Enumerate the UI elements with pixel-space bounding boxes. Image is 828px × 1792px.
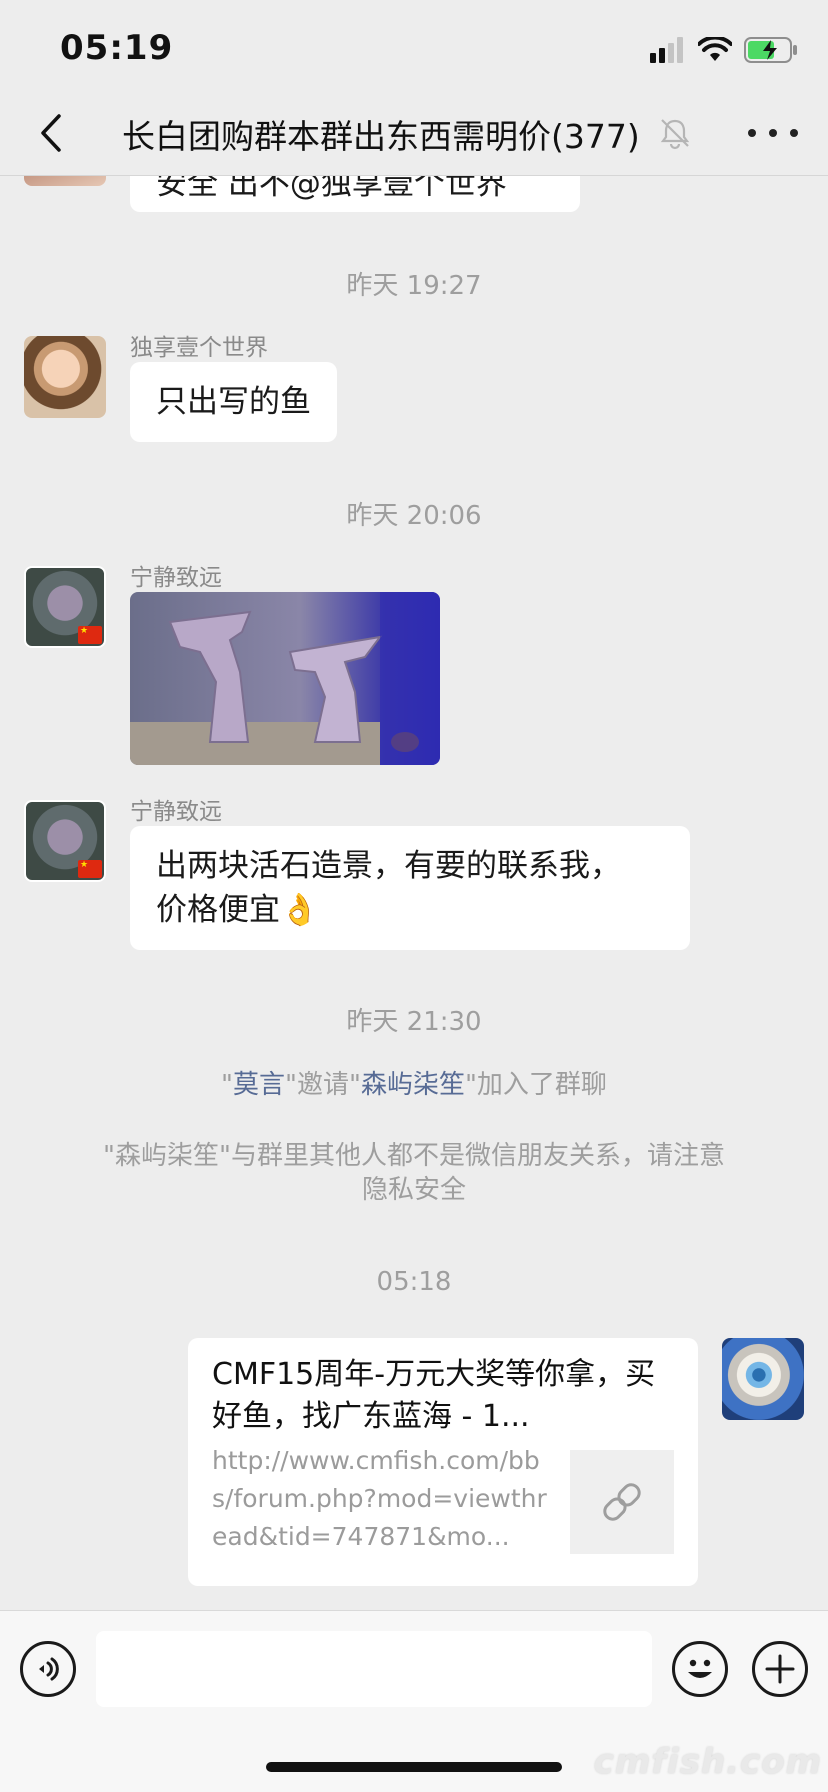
back-button[interactable] bbox=[28, 110, 74, 156]
status-icons bbox=[650, 30, 798, 70]
mute-bell-icon bbox=[660, 119, 690, 150]
emoji-button[interactable] bbox=[672, 1641, 728, 1697]
dot-icon bbox=[769, 129, 777, 137]
avatar[interactable] bbox=[24, 336, 106, 418]
invitee-name[interactable]: 森屿柒笙 bbox=[361, 1070, 465, 1100]
avatar[interactable] bbox=[722, 1338, 804, 1420]
message-input[interactable] bbox=[96, 1631, 652, 1707]
message-bubble[interactable]: 只出写的鱼 bbox=[130, 362, 337, 442]
message-text: 只出写的鱼 bbox=[156, 384, 311, 420]
status-time: 05:19 bbox=[60, 28, 174, 68]
ok-hand-emoji-icon: 👌 bbox=[280, 892, 319, 928]
link-card[interactable]: CMF15周年-万元大奖等你拿，买好鱼，找广东蓝海 - 1... http://… bbox=[188, 1338, 698, 1586]
chat-title: 长白团购群本群出东西需明价(377) bbox=[122, 117, 640, 156]
avatar[interactable] bbox=[24, 566, 106, 648]
battery-charging-icon bbox=[744, 37, 797, 63]
message-text: 出两块活石造景，有要的联系我， bbox=[156, 848, 621, 884]
wifi-icon bbox=[698, 37, 732, 61]
flag-badge-icon bbox=[78, 860, 102, 878]
link-card-url: http://www.cmfish.com/bbs/forum.php?mod=… bbox=[212, 1446, 547, 1551]
inviter-name[interactable]: 莫言 bbox=[233, 1070, 285, 1100]
dot-icon bbox=[748, 129, 756, 137]
voice-input-button[interactable] bbox=[20, 1641, 76, 1697]
message-image[interactable] bbox=[130, 592, 440, 765]
dot-icon bbox=[790, 129, 798, 137]
message-bubble[interactable]: 出两块活石造景，有要的联系我， 价格便宜👌 bbox=[130, 826, 690, 950]
timestamp: 昨天 19:27 bbox=[346, 271, 482, 301]
privacy-notice: "森屿柒笙"与群里其他人都不是微信朋友关系，请注意 隐私安全 bbox=[103, 1141, 725, 1205]
flag-badge-icon bbox=[78, 626, 102, 644]
message-text: 价格便宜 bbox=[156, 892, 280, 928]
home-indicator[interactable] bbox=[266, 1762, 562, 1772]
link-card-title: CMF15周年-万元大奖等你拿，买好鱼，找广东蓝海 - 1... bbox=[212, 1357, 656, 1434]
sender-name: 宁静致远 bbox=[130, 565, 222, 591]
avatar[interactable] bbox=[24, 800, 106, 882]
plus-icon bbox=[765, 1654, 795, 1684]
timestamp: 昨天 21:30 bbox=[346, 1007, 482, 1037]
nav-bar: 长白团购群本群出东西需明价(377) bbox=[0, 90, 828, 176]
timestamp: 05:18 bbox=[376, 1267, 452, 1297]
more-actions-button[interactable] bbox=[752, 1641, 808, 1697]
voice-icon bbox=[39, 1657, 59, 1681]
chevron-left-icon bbox=[41, 114, 61, 152]
smiley-icon bbox=[688, 1659, 712, 1678]
sender-name: 宁静致远 bbox=[130, 799, 222, 825]
timestamp: 昨天 20:06 bbox=[346, 501, 482, 531]
more-options-button[interactable] bbox=[748, 118, 798, 148]
aquarium-rockscape-image bbox=[130, 592, 440, 765]
system-message: "莫言"邀请"森屿柒笙"加入了群聊 bbox=[221, 1070, 607, 1100]
sender-name: 独享壹个世界 bbox=[130, 335, 268, 361]
link-thumbnail bbox=[570, 1450, 674, 1554]
link-icon bbox=[603, 1483, 641, 1521]
watermark: cmfish.com bbox=[593, 1742, 822, 1782]
cellular-signal-icon bbox=[650, 37, 683, 63]
